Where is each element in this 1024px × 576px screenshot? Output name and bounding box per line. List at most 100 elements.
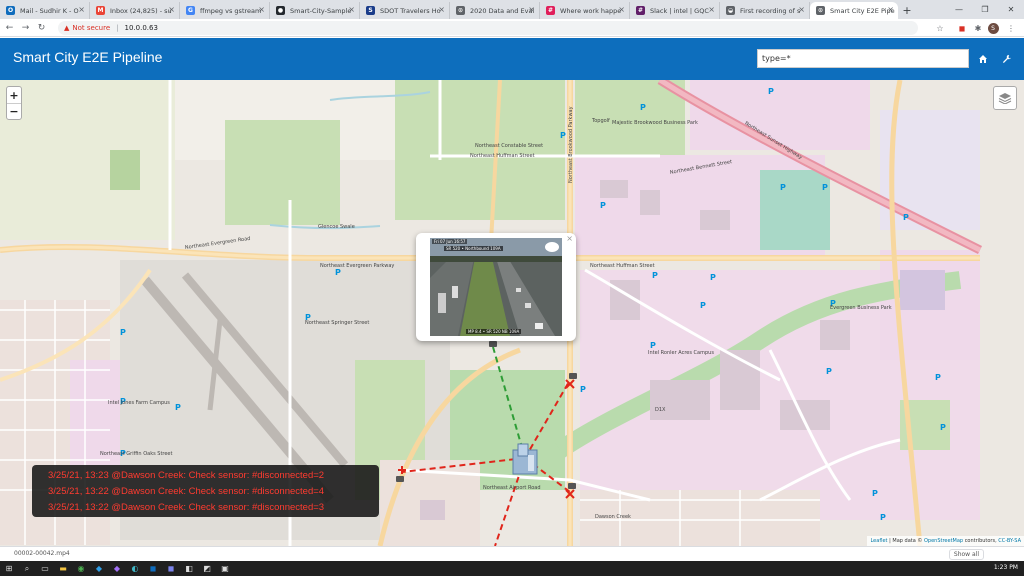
- browser-tab[interactable]: O Mail - Sudhir K - O ×: [0, 2, 90, 19]
- separator: |: [116, 24, 119, 32]
- vscode-icon[interactable]: ◆: [90, 561, 108, 576]
- svg-text:P: P: [700, 301, 706, 310]
- browser-tab[interactable]: ⊙ Smart City E2E Pipe ×: [810, 2, 898, 19]
- zoom-out-button[interactable]: −: [7, 103, 21, 119]
- camera-caption-bottom: MP 8.4 • SR 520 NB 109A: [466, 329, 522, 334]
- tab-favicon-icon: ●: [276, 6, 285, 15]
- chrome-icon[interactable]: ◉: [72, 561, 90, 576]
- browser-tab[interactable]: ● Smart-City-Sample ×: [270, 2, 360, 19]
- map-label: Intel Jones Farm Campus: [108, 400, 170, 406]
- download-item[interactable]: 00002-00042.mp4: [14, 550, 70, 557]
- tab-favicon-icon: G: [186, 6, 195, 15]
- svg-text:P: P: [650, 341, 656, 350]
- browser-tab[interactable]: Gffmpeg vs gstream ×: [180, 2, 270, 19]
- license-link[interactable]: CC-BY-SA: [998, 538, 1021, 544]
- browser-tab[interactable]: ◒ First recording of s ×: [720, 2, 810, 19]
- tab-close-icon[interactable]: ×: [168, 5, 175, 14]
- new-tab-button[interactable]: +: [898, 2, 916, 19]
- teams-icon[interactable]: ◼: [162, 561, 180, 576]
- app-icon[interactable]: ◧: [180, 561, 198, 576]
- tab-favicon-icon: ◒: [726, 6, 735, 15]
- svg-text:P: P: [768, 87, 774, 96]
- svg-text:P: P: [710, 273, 716, 282]
- visual-studio-icon[interactable]: ◆: [108, 561, 126, 576]
- app-icon[interactable]: ◩: [198, 561, 216, 576]
- map-label: Northeast Brookwood Parkway: [568, 106, 574, 183]
- edge-icon[interactable]: ◐: [126, 561, 144, 576]
- map-attribution: Leaflet | Map data © OpenStreetMap contr…: [867, 536, 1024, 546]
- restore-icon[interactable]: ❐: [972, 0, 998, 19]
- camera-feed-frame: [430, 238, 562, 336]
- home-icon: [979, 54, 987, 63]
- browser-tab[interactable]: # Where work happe ×: [540, 2, 630, 19]
- alert-item[interactable]: 3/25/21, 13:23 @Dawson Creek: Check sens…: [48, 468, 379, 484]
- outlook-icon[interactable]: ◼: [144, 561, 162, 576]
- profile-avatar[interactable]: S: [987, 21, 999, 35]
- tab-favicon-icon: O: [6, 6, 15, 15]
- tab-title: Inbox (24,825) - su: [110, 6, 172, 15]
- osm-link[interactable]: OpenStreetMap: [924, 538, 963, 544]
- search-icon[interactable]: ⌕: [18, 561, 36, 576]
- address-bar: ← → ↻ ▲ Not secure | 10.0.0.63 ☆ ◼ ✱ S ⋮: [0, 19, 1024, 37]
- tab-close-icon[interactable]: ×: [258, 5, 265, 14]
- downloads-bar: 00002-00042.mp4 Show all: [0, 546, 1024, 561]
- map-label: Northeast Huffman Street: [590, 263, 655, 269]
- tab-title: ffmpeg vs gstream: [200, 6, 262, 15]
- back-icon[interactable]: ←: [3, 20, 16, 36]
- windows-taskbar: ⊞ ⌕ ▭ ▬ ◉ ◆ ◆ ◐ ◼ ◼ ◧ ◩ ▣ 1:23 PM: [0, 561, 1024, 576]
- forward-icon[interactable]: →: [19, 20, 32, 36]
- settings-button[interactable]: [997, 49, 1017, 68]
- terminal-icon[interactable]: ▣: [216, 561, 234, 576]
- camera-logo: [545, 242, 559, 252]
- svg-text:P: P: [600, 201, 606, 210]
- svg-text:P: P: [580, 385, 586, 394]
- browser-tab[interactable]: ⊙ 2020 Data and Eval ×: [450, 2, 540, 19]
- tab-close-icon[interactable]: ×: [528, 5, 535, 14]
- tab-favicon-icon: ⊙: [456, 6, 465, 15]
- tab-close-icon[interactable]: ×: [887, 5, 894, 14]
- browser-tab-bar: O Mail - Sudhir K - O × M Inbox (24,825) - s…: [0, 0, 1024, 19]
- home-button[interactable]: [973, 49, 993, 68]
- bookmark-star-icon[interactable]: ☆: [934, 21, 946, 35]
- tab-close-icon[interactable]: ×: [348, 5, 355, 14]
- url-input[interactable]: ▲ Not secure | 10.0.0.63: [58, 21, 918, 35]
- file-explorer-icon[interactable]: ▬: [54, 561, 72, 576]
- browser-tab[interactable]: M Inbox (24,825) - su ×: [90, 2, 180, 19]
- task-view-icon[interactable]: ▭: [36, 561, 54, 576]
- tab-close-icon[interactable]: ×: [78, 5, 85, 14]
- tab-close-icon[interactable]: ×: [708, 5, 715, 14]
- search-input[interactable]: [757, 49, 969, 68]
- alert-item[interactable]: 3/25/21, 13:22 @Dawson Creek: Check sens…: [48, 484, 379, 500]
- tab-title: SDOT Travelers Ho: [380, 6, 441, 15]
- extensions-puzzle-icon[interactable]: ✱: [972, 21, 984, 35]
- svg-text:P: P: [826, 367, 832, 376]
- layers-button[interactable]: [993, 86, 1017, 110]
- tab-favicon-icon: S: [366, 6, 375, 15]
- leaflet-link[interactable]: Leaflet: [870, 538, 887, 544]
- taskbar-clock: 1:23 PM: [993, 564, 1018, 571]
- svg-text:P: P: [935, 373, 941, 382]
- reload-icon[interactable]: ↻: [35, 20, 48, 36]
- start-icon[interactable]: ⊞: [0, 561, 18, 576]
- zoom-in-button[interactable]: +: [7, 87, 21, 103]
- map-label: Glencoe Swale: [318, 224, 355, 230]
- camera-caption-top: SR 520 • Northbound 109A: [444, 246, 503, 251]
- browser-menu-icon[interactable]: ⋮: [1005, 21, 1017, 35]
- tab-title: First recording of s: [740, 6, 801, 15]
- popup-close-button[interactable]: ×: [566, 234, 573, 243]
- show-all-button[interactable]: Show all: [948, 549, 984, 560]
- alerts-panel: 3/25/21, 13:23 @Dawson Creek: Check sens…: [32, 465, 379, 517]
- browser-tab[interactable]: # Slack | intel | GQC ×: [630, 2, 720, 19]
- browser-tab[interactable]: S SDOT Travelers Ho ×: [360, 2, 450, 19]
- alert-item[interactable]: 3/25/21, 13:22 @Dawson Creek: Check sens…: [48, 500, 379, 516]
- tab-favicon-icon: #: [546, 6, 555, 15]
- map-label: Northeast Griffin Oaks Street: [100, 451, 173, 457]
- minimize-icon[interactable]: —: [946, 0, 972, 19]
- pdf-extension-icon[interactable]: ◼: [956, 21, 968, 35]
- tab-close-icon[interactable]: ×: [618, 5, 625, 14]
- close-icon[interactable]: ✕: [998, 0, 1024, 19]
- tab-close-icon[interactable]: ×: [798, 5, 805, 14]
- camera-feed-image: Fri 07 Jun 16:57 SR 520 • Northbound 109…: [430, 238, 562, 336]
- tab-close-icon[interactable]: ×: [438, 5, 445, 14]
- warning-icon: ▲: [64, 24, 70, 32]
